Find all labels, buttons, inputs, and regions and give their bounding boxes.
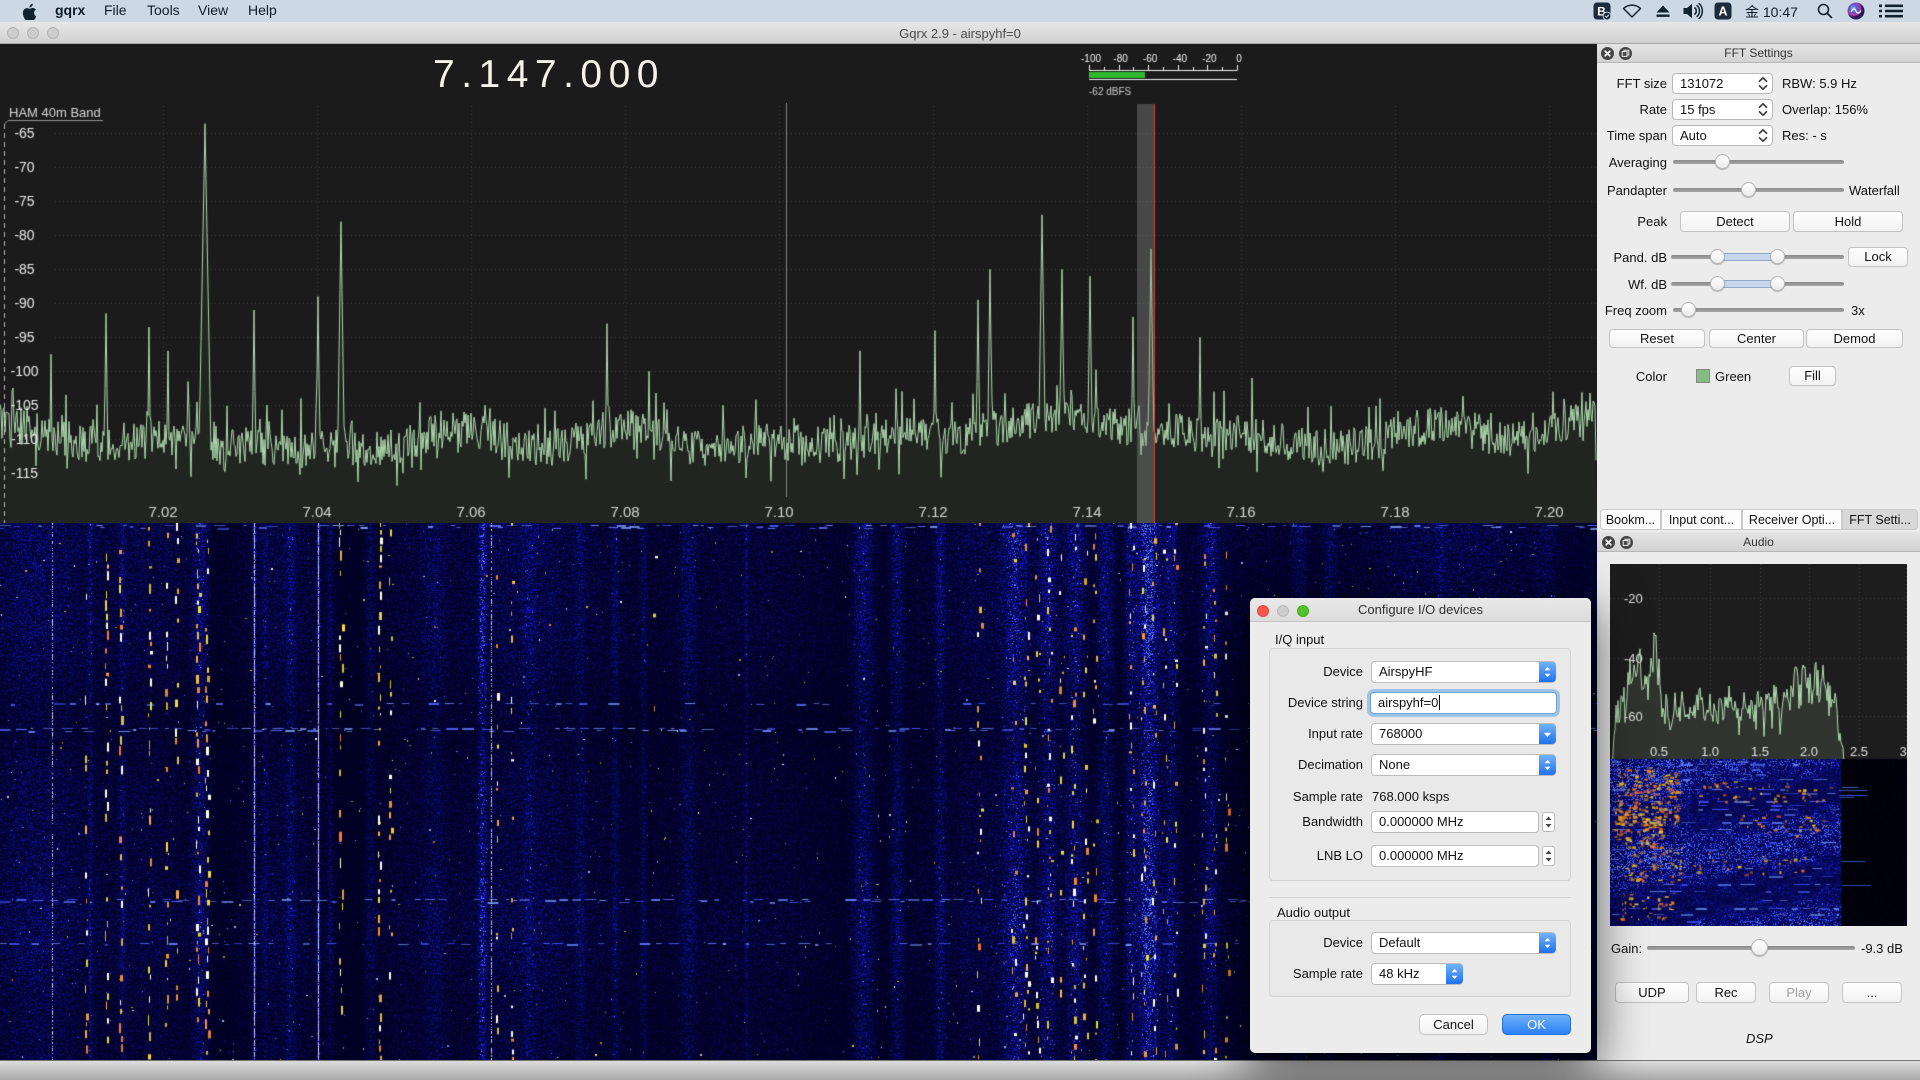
svg-text:A: A	[1718, 5, 1727, 19]
